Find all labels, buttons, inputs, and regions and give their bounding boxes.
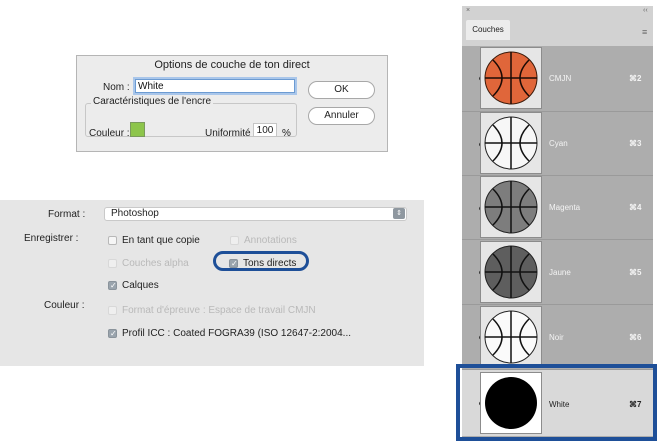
icc-profile-checkbox[interactable] — [108, 329, 117, 338]
channel-row[interactable]: Noir ⌘6 — [462, 305, 653, 369]
channel-row[interactable]: CMJN ⌘2 — [462, 46, 653, 111]
channel-name: Jaune — [549, 268, 571, 277]
channel-shortcut: ⌘2 — [629, 74, 642, 83]
save-options-panel — [0, 200, 424, 366]
channel-name: CMJN — [549, 74, 572, 83]
name-label: Nom : — [103, 82, 130, 93]
proof-setup-label: Format d'épreuve : Espace de travail CMJ… — [122, 305, 316, 316]
channel-thumbnail — [480, 112, 542, 174]
solidity-input[interactable]: 100 — [253, 123, 277, 137]
tab-channels[interactable]: Couches — [466, 20, 510, 40]
select-arrows-icon[interactable]: ⇕ — [393, 208, 405, 219]
channel-thumbnail — [480, 176, 542, 238]
cancel-button[interactable]: Annuler — [308, 107, 375, 125]
solidity-label: Uniformité : — [205, 128, 257, 139]
channel-thumbnail — [480, 47, 542, 109]
dialog-title: Options de couche de ton direct — [154, 59, 310, 71]
color-label: Couleur : — [89, 128, 130, 139]
channel-thumbnail — [480, 241, 542, 303]
panel-menu-icon[interactable]: ≡ — [642, 27, 647, 37]
channel-name: Cyan — [549, 139, 568, 148]
icc-profile-label: Profil ICC : Coated FOGRA39 (ISO 12647-2… — [122, 328, 351, 339]
spot-colors-highlight — [213, 251, 309, 271]
layers-checkbox[interactable] — [108, 281, 117, 290]
channel-name: Noir — [549, 333, 564, 342]
spot-channel-dialog: Options de couche de ton direct Nom : Wh… — [76, 55, 388, 152]
color-section-label: Couleur : — [44, 300, 85, 311]
annotations-checkbox[interactable] — [230, 236, 239, 245]
alpha-channels-checkbox[interactable] — [108, 259, 117, 268]
channel-shortcut: ⌘5 — [629, 268, 642, 277]
close-icon[interactable]: × — [466, 7, 470, 14]
layers-label: Calques — [122, 280, 159, 291]
collapse-icon[interactable]: ‹‹ — [643, 7, 648, 14]
alpha-channels-label: Couches alpha — [122, 258, 189, 269]
ink-characteristics-label: Caractéristiques de l'encre — [91, 96, 214, 107]
channel-row[interactable]: Cyan ⌘3 — [462, 112, 653, 175]
ok-button[interactable]: OK — [308, 81, 375, 99]
color-swatch[interactable] — [130, 122, 145, 137]
format-select[interactable]: Photoshop — [104, 207, 407, 221]
name-input[interactable]: White — [135, 79, 295, 93]
annotations-label: Annotations — [244, 235, 297, 246]
channel-name: Magenta — [549, 203, 581, 212]
proof-setup-checkbox[interactable] — [108, 306, 117, 315]
channel-row[interactable]: Magenta ⌘4 — [462, 176, 653, 239]
percent-label: % — [282, 128, 291, 139]
channel-shortcut: ⌘3 — [629, 139, 642, 148]
white-channel-highlight — [456, 364, 657, 441]
channel-shortcut: ⌘6 — [629, 333, 642, 342]
channel-row[interactable]: Jaune ⌘5 — [462, 240, 653, 304]
channel-thumbnail — [480, 306, 542, 368]
as-copy-checkbox[interactable] — [108, 236, 117, 245]
save-label: Enregistrer : — [24, 233, 79, 244]
channel-shortcut: ⌘4 — [629, 203, 642, 212]
as-copy-label: En tant que copie — [122, 235, 200, 246]
format-label: Format : — [48, 209, 86, 220]
